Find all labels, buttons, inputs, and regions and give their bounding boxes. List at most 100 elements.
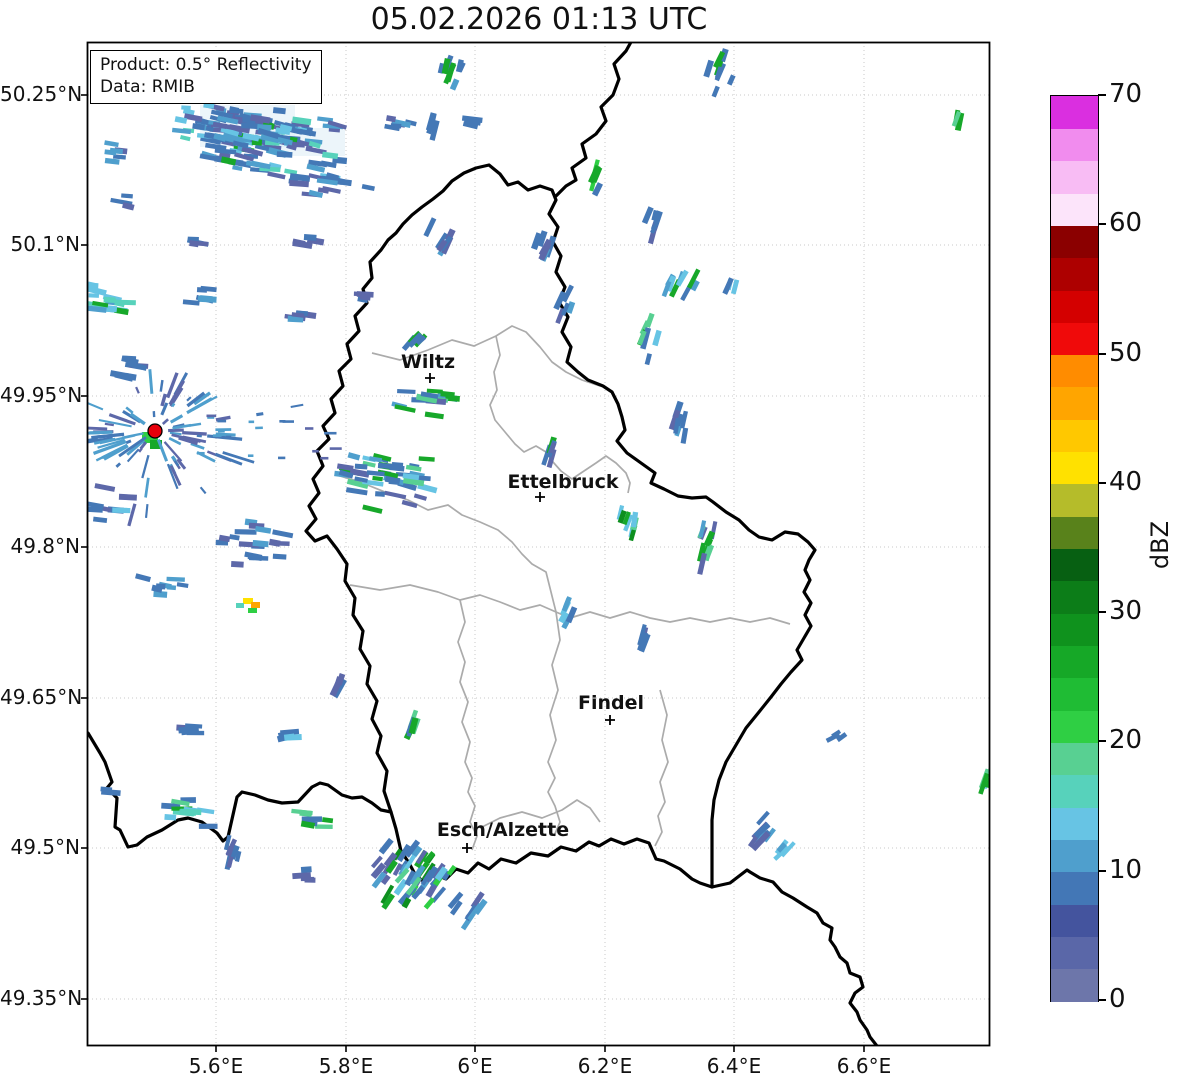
radar-echo — [644, 353, 652, 366]
radar-echo — [300, 866, 312, 873]
lon-tick-label: 5.6°E — [188, 1054, 244, 1078]
clutter-dash — [206, 414, 217, 418]
radar-echo — [182, 299, 200, 306]
radar-echo — [391, 461, 404, 468]
radar-echo — [680, 427, 689, 444]
radar-echo — [303, 234, 317, 241]
radar-echo — [703, 59, 715, 78]
radar-echo — [641, 206, 654, 225]
clutter-spoke — [89, 430, 113, 435]
radar-echo — [92, 516, 108, 523]
colorbar-segment — [1051, 419, 1098, 453]
clutter-spoke — [135, 386, 140, 394]
radar-echo — [166, 576, 185, 582]
radar-echo — [272, 529, 294, 539]
country-border-france_germany_se — [710, 868, 879, 1045]
radar-echo — [181, 105, 191, 111]
lon-tick-label: 5.8°E — [318, 1054, 374, 1078]
radar-echo — [385, 115, 397, 123]
clutter-spoke — [161, 418, 169, 425]
district-border — [489, 335, 631, 494]
map-canvas — [81, 41, 991, 1052]
radar-echo — [121, 202, 135, 211]
lat-tick-label: 49.8°N — [10, 534, 81, 558]
radar-echo — [94, 483, 116, 492]
clutter-dash — [324, 431, 337, 435]
radar-echo — [231, 561, 244, 568]
radar-echo — [88, 293, 100, 298]
radar-echo — [384, 490, 407, 500]
radar-echo — [397, 389, 416, 394]
city-label-ettelbruck: Ettelbruck — [507, 471, 619, 493]
radar-echo — [104, 157, 120, 165]
clutter-dash — [212, 434, 222, 437]
radar-echo — [122, 355, 137, 361]
colorbar-tick — [1098, 740, 1106, 743]
colorbar-segment — [1051, 742, 1098, 776]
radar-echo — [361, 184, 375, 191]
radar-echo — [354, 463, 368, 470]
radar-echo — [187, 236, 199, 242]
clutter-dash — [225, 435, 232, 439]
lon-tick-label: 6.6°E — [836, 1054, 892, 1078]
radar-echo — [229, 108, 244, 114]
radar-echo — [726, 74, 736, 86]
lat-tick-label: 49.65°N — [0, 685, 83, 709]
clutter-dash — [278, 456, 286, 460]
city-marker — [425, 373, 435, 383]
radar-echo — [135, 573, 151, 583]
clutter-dash — [329, 447, 342, 450]
clutter-spoke — [215, 415, 231, 422]
clutter-spoke — [182, 430, 207, 436]
clutter-dash — [305, 427, 314, 430]
radar-echo — [372, 475, 383, 482]
colorbar-segment — [1051, 516, 1098, 550]
colorbar-tick-label: 40 — [1109, 466, 1143, 497]
lon-tick-label: 6°E — [457, 1054, 493, 1078]
radar-echo — [176, 582, 189, 589]
colorbar-tick-label: 0 — [1109, 984, 1126, 1014]
city-label-findel: Findel — [577, 692, 645, 714]
clutter-dash — [312, 449, 319, 453]
radar-echo — [375, 491, 385, 497]
clutter-spoke — [169, 414, 184, 424]
clutter-spoke — [125, 406, 134, 414]
radar-echo — [321, 817, 334, 824]
colorbar-segment — [1051, 710, 1098, 743]
radar-echo — [378, 837, 394, 855]
radar-echo — [166, 584, 177, 591]
radar-echo — [356, 291, 374, 298]
radar-echo — [283, 733, 295, 741]
colorbar-tick — [1098, 869, 1106, 872]
radar-echo — [274, 540, 290, 547]
lat-tick-label: 49.5°N — [10, 835, 81, 859]
radar-echo — [347, 452, 361, 461]
radar-echo — [267, 171, 286, 180]
radar-echo — [424, 411, 444, 420]
city-marker — [535, 492, 545, 502]
colorbar-tick — [1098, 611, 1106, 614]
colorbar-segment — [1051, 871, 1098, 905]
clutter-spoke — [196, 434, 202, 438]
radar-echo — [315, 824, 333, 830]
colorbar-segment — [1051, 613, 1098, 647]
colorbar-segment — [1051, 839, 1098, 873]
lat-tick-label: 50.25°N — [0, 82, 83, 106]
district-border — [547, 611, 561, 837]
radar-echo — [198, 823, 218, 829]
colorbar-segment — [1051, 354, 1098, 388]
clutter-spoke — [88, 402, 104, 411]
radar-echo — [121, 193, 133, 199]
radar-echo — [197, 295, 217, 303]
colorbar-segment — [1051, 677, 1098, 711]
clutter-spoke — [168, 428, 184, 433]
colorbar-tick — [1098, 352, 1106, 355]
city-label-wiltz: Wiltz — [400, 351, 456, 373]
colorbar-segment — [1051, 807, 1098, 840]
colorbar-tick-label: 10 — [1109, 854, 1143, 885]
lat-tick-label: 49.95°N — [0, 383, 83, 407]
colorbar-tick-label: 20 — [1109, 725, 1143, 756]
district-border — [336, 474, 557, 613]
colorbar-segment — [1051, 160, 1098, 194]
colorbar-segment — [1051, 936, 1098, 970]
